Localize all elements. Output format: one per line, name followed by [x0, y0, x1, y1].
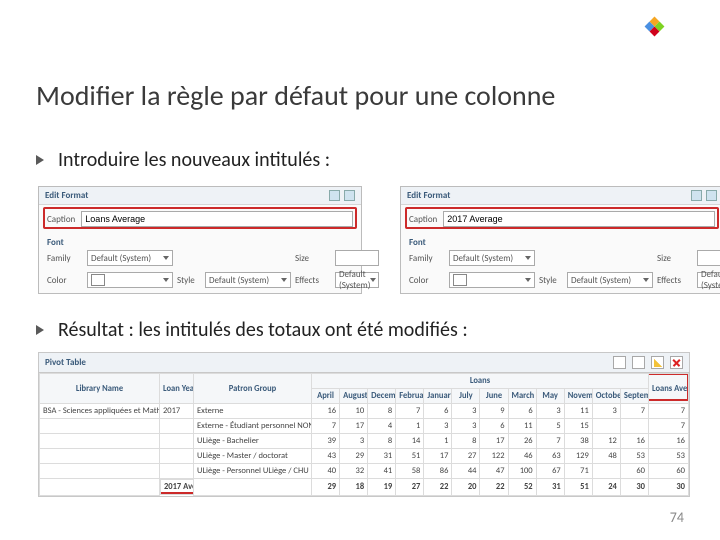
page-title: Modifier la règle par défaut pour une co…	[36, 78, 555, 113]
table-footer-row: 2017 Average29181927222022523151243030	[40, 479, 689, 496]
family-select[interactable]: Default (System)	[449, 250, 535, 266]
delete-icon[interactable]	[670, 356, 683, 369]
edit-format-panel-left: Edit Format Caption Font Family Default …	[38, 186, 362, 294]
help-icon[interactable]	[329, 190, 340, 201]
help-icon[interactable]	[691, 190, 702, 201]
font-heading: Font	[47, 237, 353, 248]
close-icon[interactable]	[344, 190, 355, 201]
page-number: 74	[670, 509, 684, 526]
bullet-result: Résultat : les intitulés des totaux ont …	[36, 318, 468, 342]
table-row: ULiège - Personnel ULiège / CHU403241588…	[40, 464, 689, 479]
caption-input[interactable]	[443, 211, 715, 227]
panel-title: Edit Format	[45, 190, 88, 201]
size-input[interactable]	[697, 250, 720, 266]
style-label: Style	[539, 275, 563, 286]
triangle-bullet-icon	[36, 155, 44, 165]
brand-logo	[646, 18, 662, 34]
edit-icon[interactable]	[651, 356, 664, 369]
color-select[interactable]	[449, 272, 535, 288]
bullet-text: Résultat : les intitulés des totaux ont …	[58, 318, 468, 342]
color-select[interactable]	[87, 272, 173, 288]
size-input[interactable]	[335, 250, 379, 266]
table-row: Externe - Étudiant personnel NON ULiège7…	[40, 419, 689, 434]
settings-icon[interactable]	[632, 356, 645, 369]
style-select[interactable]: Default (System)	[205, 272, 291, 288]
triangle-bullet-icon	[36, 325, 44, 335]
bullet-intro: Introduire les nouveaux intitulés :	[36, 148, 330, 172]
panel-title: Edit Format	[407, 190, 450, 201]
color-label: Color	[409, 275, 445, 286]
chart-icon[interactable]	[613, 356, 626, 369]
effects-select[interactable]: Default (System)	[697, 272, 720, 288]
family-label: Family	[47, 253, 83, 264]
size-label: Size	[657, 253, 693, 264]
style-label: Style	[177, 275, 201, 286]
color-label: Color	[47, 275, 83, 286]
table-row: ULiège - Master / doctorat43293151172712…	[40, 449, 689, 464]
table-row: ULiège - Bachelier393814181726738121616	[40, 434, 689, 449]
effects-label: Effects	[295, 275, 331, 286]
pivot-title: Pivot Table	[45, 357, 86, 368]
effects-select[interactable]: Default (System)	[335, 272, 379, 288]
close-icon[interactable]	[706, 190, 717, 201]
size-label: Size	[295, 253, 331, 264]
caption-label: Caption	[409, 214, 437, 225]
bullet-text: Introduire les nouveaux intitulés :	[58, 148, 330, 172]
font-heading: Font	[409, 237, 715, 248]
table-row: BSA - Sciences appliquées et Mathématiqu…	[40, 404, 689, 419]
family-select[interactable]: Default (System)	[87, 250, 173, 266]
caption-label: Caption	[47, 214, 75, 225]
effects-label: Effects	[657, 275, 693, 286]
pivot-table: Pivot Table Library NameLoan YearPatron …	[38, 352, 690, 497]
style-select[interactable]: Default (System)	[567, 272, 653, 288]
caption-input[interactable]	[81, 211, 353, 227]
family-label: Family	[409, 253, 445, 264]
edit-format-panel-right: Edit Format Caption Font Family Default …	[400, 186, 720, 294]
